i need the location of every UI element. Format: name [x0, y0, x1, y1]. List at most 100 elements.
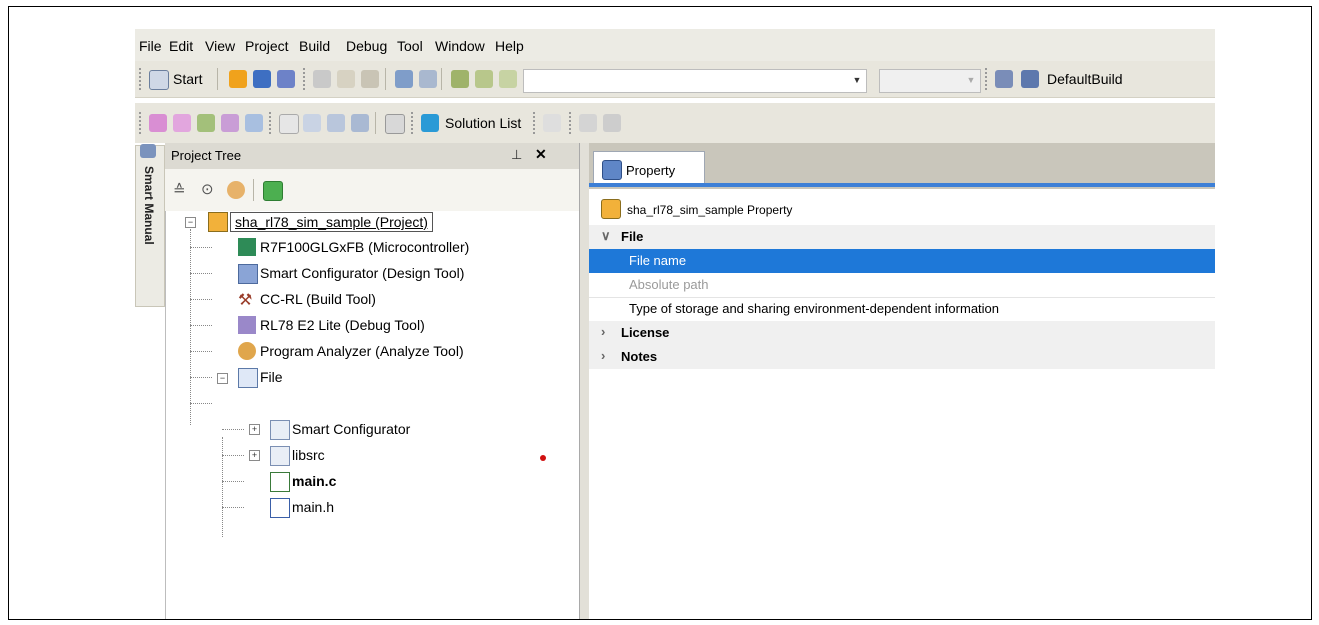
tree-guide [190, 351, 212, 352]
menu-file[interactable]: File [139, 38, 162, 54]
start-icon[interactable] [149, 70, 169, 90]
tree-item-smart-configurator-folder[interactable]: Smart Configurator [292, 421, 410, 437]
tree-guide [190, 247, 212, 248]
category-license[interactable]: › License [589, 321, 1215, 345]
debug-graph-icon[interactable] [197, 114, 215, 132]
tree-item-main-c[interactable]: main.c [292, 473, 336, 489]
smart-manual-label: Smart Manual [142, 166, 156, 245]
cut-icon[interactable] [313, 70, 331, 88]
undo-icon[interactable] [395, 70, 413, 88]
help-icon[interactable] [543, 114, 561, 132]
toolbar-grip [411, 112, 416, 134]
paste-icon[interactable] [361, 70, 379, 88]
toolbar-grip[interactable] [139, 68, 144, 90]
message-icon[interactable] [327, 114, 345, 132]
tree-guide [190, 325, 212, 326]
pin-icon[interactable]: ⊥ [511, 147, 522, 163]
debug-download-icon[interactable] [149, 114, 167, 132]
menu-tool[interactable]: Tool [397, 38, 423, 54]
design-tool-icon [238, 264, 258, 284]
menu-edit[interactable]: Edit [169, 38, 193, 54]
smart-manual-tab[interactable]: Smart Manual [135, 144, 165, 307]
menu-view[interactable]: View [205, 38, 235, 54]
save-icon[interactable] [253, 70, 271, 88]
expand-libsrc-toggle[interactable]: + [249, 450, 260, 461]
project-tree-toolbar: ≙ ⊙ [165, 169, 585, 211]
toolbar-grip [303, 68, 308, 90]
debug-connect-icon[interactable] [173, 114, 191, 132]
tree-item-project[interactable]: sha_rl78_sim_sample (Project) [230, 212, 433, 232]
comment-icon[interactable] [303, 114, 321, 132]
collapse-file-toggle[interactable]: − [217, 373, 228, 384]
copy-icon[interactable] [337, 70, 355, 88]
tree-item-libsrc[interactable]: libsrc [292, 447, 325, 463]
menu-project[interactable]: Project [245, 38, 289, 54]
replace-icon[interactable] [475, 70, 493, 88]
toolbar-grip[interactable] [139, 112, 144, 134]
tree-item-analyze-tool[interactable]: Program Analyzer (Analyze Tool) [260, 343, 464, 359]
tree-item-microcontroller[interactable]: R7F100GLGxFB (Microcontroller) [260, 239, 469, 255]
compare-icon[interactable] [579, 114, 597, 132]
solution-list-button[interactable]: Solution List [445, 115, 521, 131]
h-file-icon [270, 498, 290, 518]
tree-item-build-tool[interactable]: CC-RL (Build Tool) [260, 291, 376, 307]
build-mode-icon[interactable] [1021, 70, 1039, 88]
toolbar-separator [441, 68, 442, 90]
toolbar-grip [269, 112, 274, 134]
tree-item-smart-configurator-tool[interactable]: Smart Configurator (Design Tool) [260, 265, 464, 281]
history-icon[interactable]: ⊙ [201, 180, 214, 198]
tree-item-file-folder[interactable]: File [260, 369, 283, 385]
project-tree-title: Project Tree [171, 148, 242, 163]
close-icon[interactable]: ✕ [535, 146, 547, 163]
start-button[interactable]: Start [173, 71, 203, 87]
user-icon[interactable] [227, 181, 245, 199]
chevron-down-icon[interactable]: ▼ [850, 73, 864, 87]
find-icon[interactable] [451, 70, 469, 88]
redo-icon[interactable] [419, 70, 437, 88]
solution-list-icon[interactable] [421, 114, 439, 132]
tab-property[interactable]: Property [593, 151, 705, 186]
sort-icon[interactable]: ≙ [173, 181, 186, 199]
property-row-storage-type[interactable]: Type of storage and sharing environment-… [589, 297, 1215, 322]
chat-icon[interactable] [351, 114, 369, 132]
analyze-tool-icon [238, 342, 256, 360]
open-icon[interactable] [229, 70, 247, 88]
window-icon[interactable] [279, 114, 299, 134]
debug-step-icon[interactable] [221, 114, 239, 132]
chevron-down-icon[interactable]: ∨ [601, 228, 611, 244]
build-settings-icon[interactable] [995, 70, 1013, 88]
tree-guide [222, 437, 223, 537]
save-all-icon[interactable] [277, 70, 295, 88]
property-row-absolute-path[interactable]: Absolute path [589, 273, 1215, 298]
refresh-icon[interactable] [263, 181, 283, 201]
tree-guide [222, 455, 244, 456]
toolbar-grip [985, 68, 990, 90]
chevron-right-icon[interactable]: › [601, 348, 605, 363]
menu-help[interactable]: Help [495, 38, 524, 54]
tree-guide [222, 481, 244, 482]
chevron-right-icon[interactable]: › [601, 324, 605, 339]
category-notes[interactable]: › Notes [589, 345, 1215, 369]
merge-icon[interactable] [603, 114, 621, 132]
find-in-files-icon[interactable] [499, 70, 517, 88]
property-title: sha_rl78_sim_sample Property [627, 203, 793, 217]
property-row-file-name[interactable]: File name [589, 249, 1215, 273]
collapse-project-toggle[interactable]: − [185, 217, 196, 228]
expand-smart-configurator-toggle[interactable]: + [249, 424, 260, 435]
menu-build[interactable]: Build [299, 38, 330, 54]
category-file[interactable]: ∨ File [589, 225, 1215, 249]
build-mode-label[interactable]: DefaultBuild [1047, 71, 1123, 87]
toolbar-grip [569, 112, 574, 134]
debug-reset-icon[interactable] [245, 114, 263, 132]
tree-guide [190, 377, 212, 378]
menu-window[interactable]: Window [435, 38, 485, 54]
search-combo[interactable]: ▼ [523, 69, 867, 93]
restore-window-icon[interactable] [385, 114, 405, 134]
tree-item-main-h[interactable]: main.h [292, 499, 334, 515]
property-title-bar: sha_rl78_sim_sample Property [589, 189, 1215, 225]
menu-debug[interactable]: Debug [346, 38, 387, 54]
folder-icon [270, 446, 290, 466]
smart-manual-icon [140, 144, 156, 158]
tree-item-debug-tool[interactable]: RL78 E2 Lite (Debug Tool) [260, 317, 425, 333]
tree-guide [222, 507, 244, 508]
